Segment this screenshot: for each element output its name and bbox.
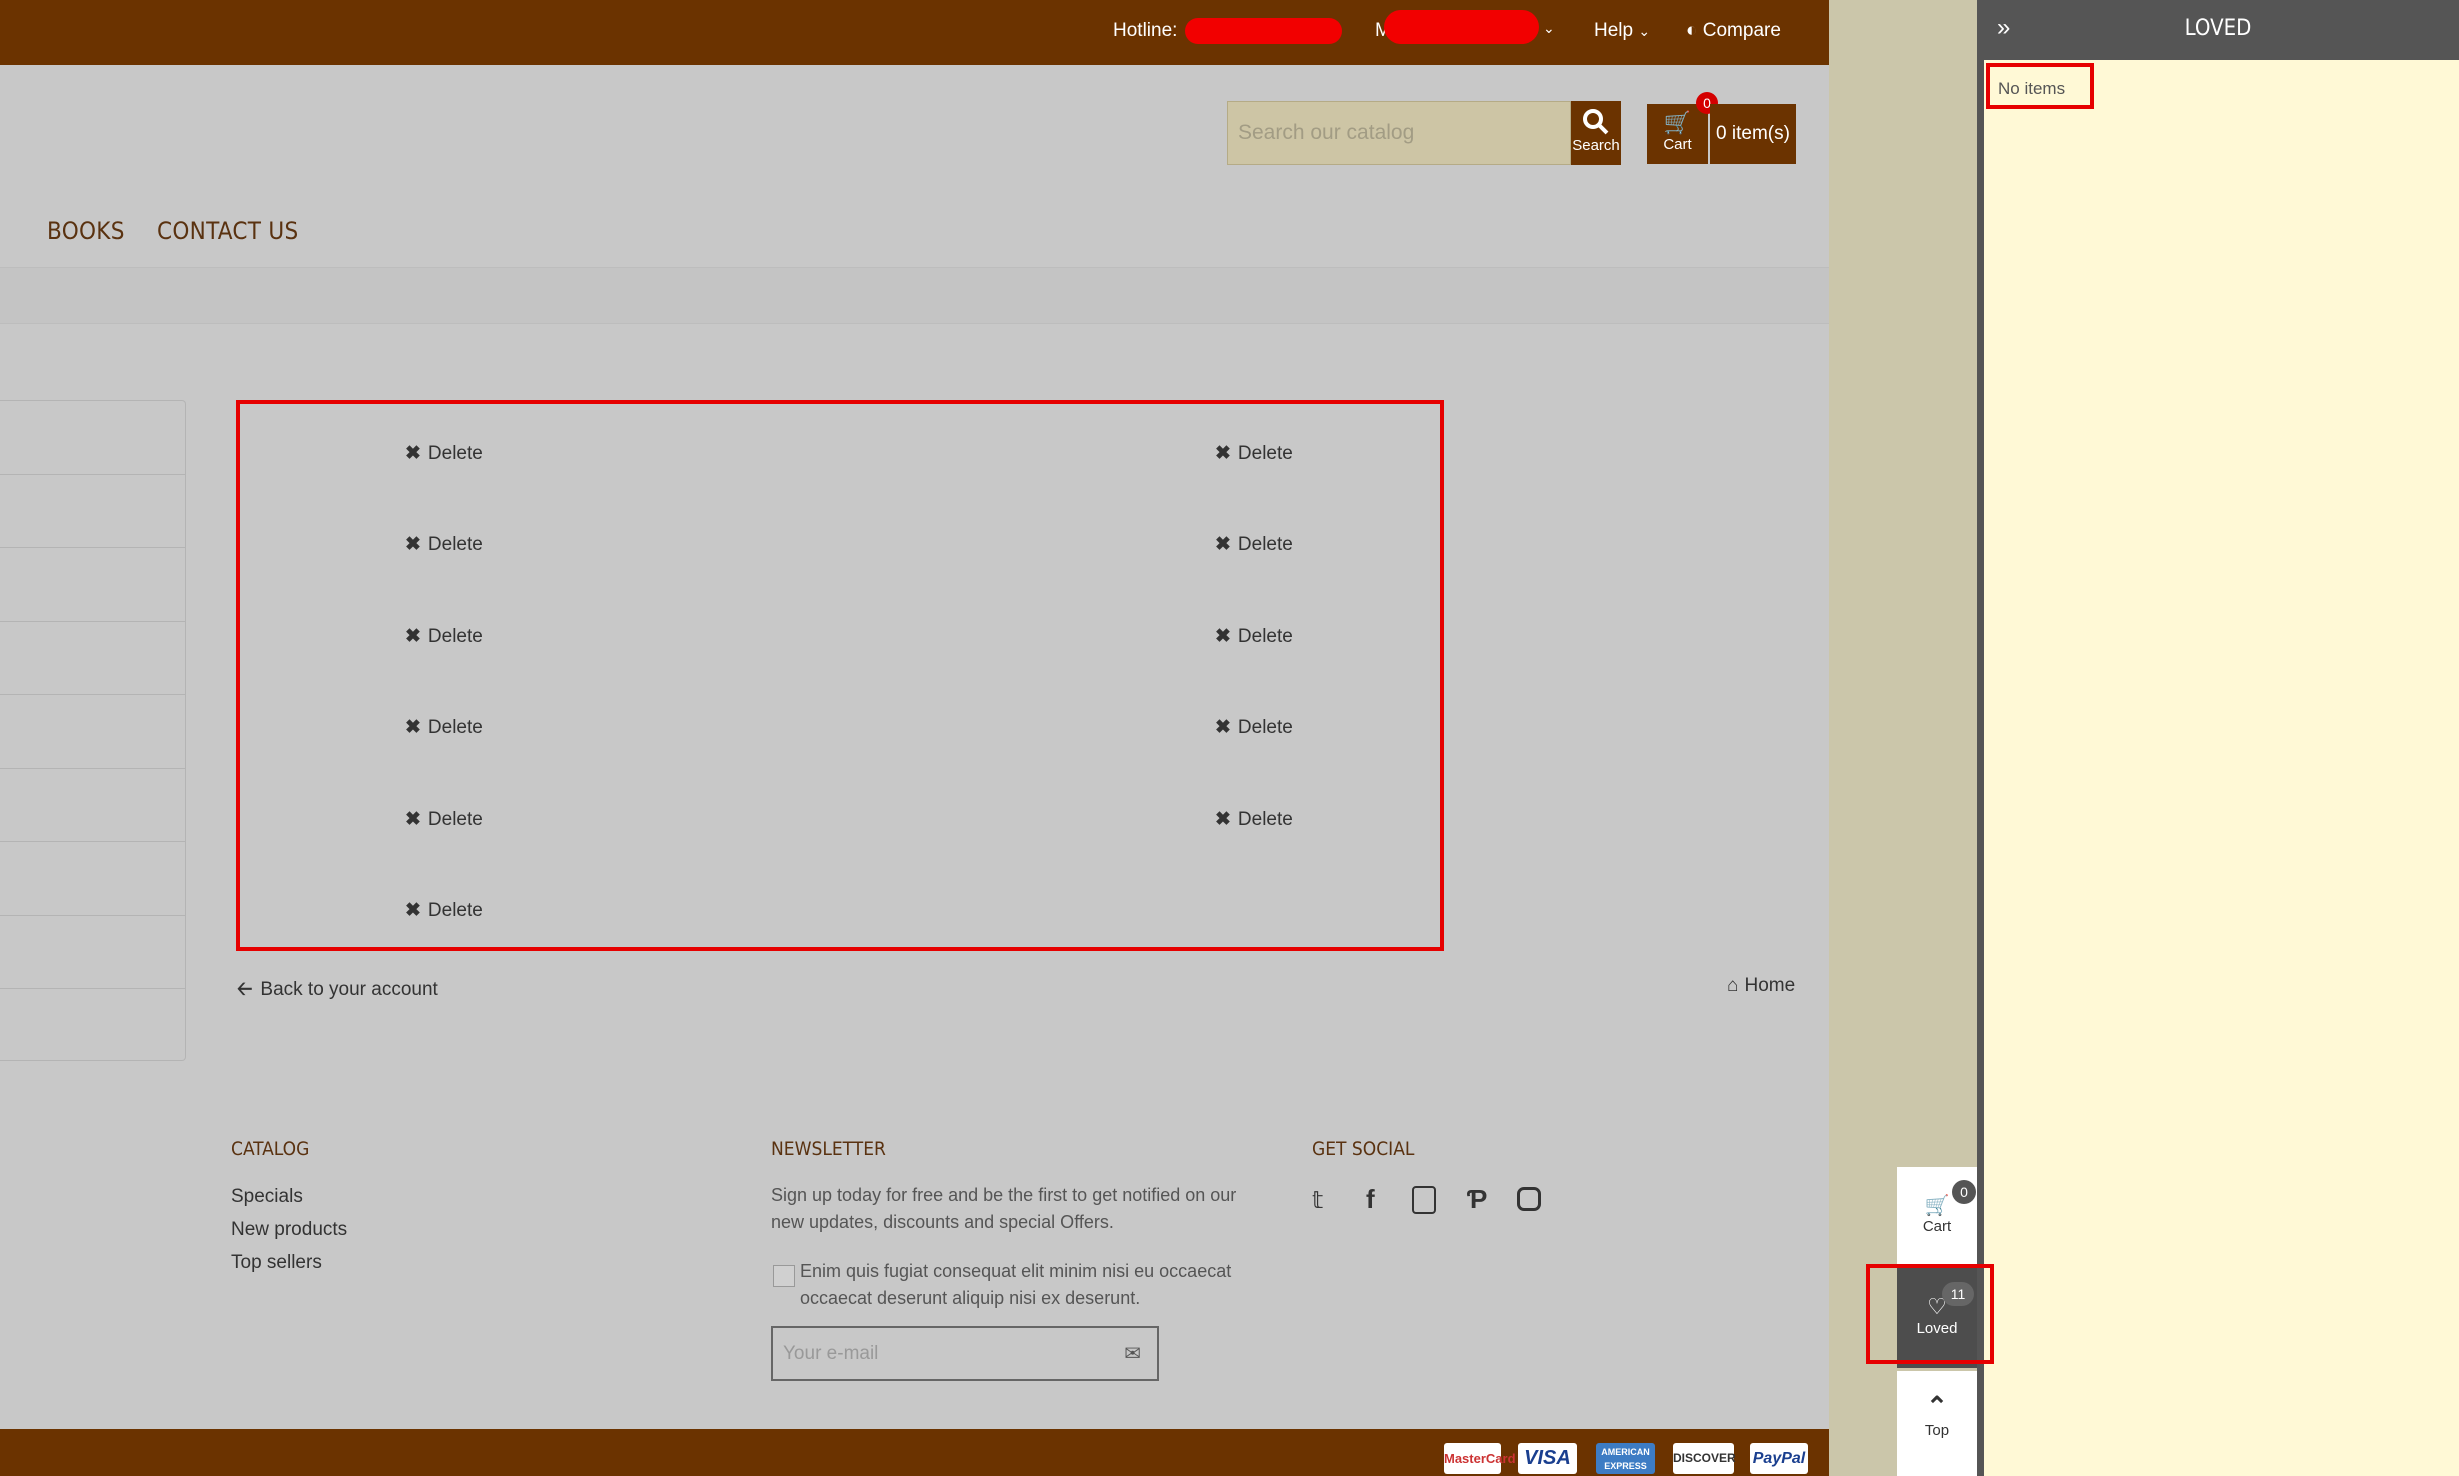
account-menu xyxy=(0,400,186,1061)
redacted-account xyxy=(1384,10,1539,44)
delete-button[interactable]: ✖ Delete xyxy=(1215,625,1293,648)
close-icon: ✖ xyxy=(405,534,421,555)
cart-items-count[interactable]: 0 item(s) xyxy=(1710,104,1796,164)
account-menu-item[interactable] xyxy=(0,915,186,989)
search-box xyxy=(1227,101,1571,165)
cart-icon: 🛒 xyxy=(1663,110,1692,135)
contrast-icon: ◐ xyxy=(1686,20,1698,41)
delete-button[interactable]: ✖ Delete xyxy=(405,625,483,648)
footer-link-new-products[interactable]: New products xyxy=(231,1219,347,1241)
loved-panel-header: » LOVED xyxy=(1977,0,2459,60)
youtube-icon[interactable] xyxy=(1412,1186,1436,1214)
breadcrumb-bar xyxy=(0,267,1829,324)
visa-logo: VISA xyxy=(1518,1443,1577,1474)
redacted-phone xyxy=(1185,18,1342,44)
envelope-icon[interactable]: ✉ xyxy=(1124,1341,1141,1366)
delete-button[interactable]: ✖ Delete xyxy=(1215,442,1293,465)
close-icon: ✖ xyxy=(405,443,421,464)
cart-button-label: Cart xyxy=(1663,136,1692,153)
arrow-left-icon: 🡠 xyxy=(237,979,253,1000)
close-icon: ✖ xyxy=(405,809,421,830)
chevron-down-icon[interactable]: ⌄ xyxy=(1543,20,1555,37)
twitter-icon[interactable]: 𝕥 xyxy=(1312,1186,1323,1215)
side-cart-count: 0 xyxy=(1952,1180,1976,1204)
search-button[interactable]: Search xyxy=(1571,101,1621,165)
delete-button[interactable]: ✖ Delete xyxy=(405,716,483,739)
close-icon: ✖ xyxy=(1215,717,1231,738)
account-menu-item[interactable] xyxy=(0,547,186,622)
chevron-up-icon: ⌃ xyxy=(1926,1391,1948,1421)
footer-link-top-sellers[interactable]: Top sellers xyxy=(231,1252,322,1274)
account-menu-item[interactable] xyxy=(0,768,186,842)
loved-panel-title: LOVED xyxy=(2184,16,2252,41)
pinterest-icon[interactable]: Ƥ xyxy=(1467,1184,1487,1215)
delete-button[interactable]: ✖ Delete xyxy=(405,808,483,831)
back-to-account-link[interactable]: 🡠 Back to your account xyxy=(237,975,438,1007)
account-menu-item[interactable] xyxy=(0,474,186,548)
delete-button[interactable]: ✖ Delete xyxy=(1215,808,1293,831)
consent-checkbox[interactable] xyxy=(773,1265,795,1287)
scroll-top-label: Top xyxy=(1924,1422,1950,1439)
close-icon: ✖ xyxy=(1215,809,1231,830)
cart-button[interactable]: 🛒 Cart xyxy=(1647,104,1708,164)
home-icon: ⌂ xyxy=(1727,975,1739,996)
close-icon: ✖ xyxy=(405,900,421,921)
discover-logo: DISCOVER xyxy=(1673,1443,1736,1474)
account-menu-item[interactable] xyxy=(0,401,186,475)
wishlist-grid-highlight xyxy=(236,400,1444,951)
no-items-text: No items xyxy=(1986,63,2094,109)
scroll-top-button[interactable]: ⌃ Top xyxy=(1897,1371,1977,1476)
email-input[interactable] xyxy=(773,1328,1103,1379)
nav-books[interactable]: BOOKS xyxy=(47,217,125,245)
side-cart-label: Cart xyxy=(1922,1218,1952,1235)
facebook-icon[interactable]: f xyxy=(1366,1184,1375,1215)
delete-button[interactable]: ✖ Delete xyxy=(1215,533,1293,556)
account-menu-item[interactable] xyxy=(0,694,186,769)
search-button-label: Search xyxy=(1572,137,1620,154)
consent-text: Enim quis fugiat consequat elit minim ni… xyxy=(800,1261,1232,1308)
close-icon: ✖ xyxy=(1215,626,1231,647)
nav-contact-us[interactable]: CONTACT US xyxy=(157,217,299,245)
newsletter-text: Sign up today for free and be the first … xyxy=(771,1185,1237,1232)
paypal-logo: PayPal xyxy=(1750,1443,1808,1474)
social-title: GET SOCIAL xyxy=(1312,1138,1415,1160)
close-icon: ✖ xyxy=(405,717,421,738)
search-icon xyxy=(1583,109,1609,135)
chevron-down-icon: ⌄ xyxy=(1638,23,1651,39)
delete-button[interactable]: ✖ Delete xyxy=(405,442,483,465)
delete-button[interactable]: ✖ Delete xyxy=(405,899,483,922)
home-link[interactable]: ⌂ Home xyxy=(1727,975,1795,997)
account-menu-item[interactable] xyxy=(0,988,186,1061)
footer-link-specials[interactable]: Specials xyxy=(231,1186,303,1208)
email-box: ✉ xyxy=(771,1326,1159,1381)
mastercard-logo: MasterCard xyxy=(1444,1443,1516,1474)
close-icon: ✖ xyxy=(1215,443,1231,464)
search-input[interactable] xyxy=(1228,102,1570,164)
delete-button[interactable]: ✖ Delete xyxy=(405,533,483,556)
newsletter-title: NEWSLETTER xyxy=(771,1138,886,1160)
help-menu[interactable]: Help ⌄ xyxy=(1594,20,1650,42)
close-icon: ✖ xyxy=(1215,534,1231,555)
amex-logo: AMERICAN EXPRESS xyxy=(1596,1443,1655,1474)
catalog-title: CATALOG xyxy=(231,1138,310,1160)
account-menu-item[interactable] xyxy=(0,841,186,916)
hotline-label: Hotline: xyxy=(1113,20,1178,41)
instagram-icon[interactable] xyxy=(1517,1187,1541,1211)
delete-button[interactable]: ✖ Delete xyxy=(1215,716,1293,739)
close-icon: ✖ xyxy=(405,626,421,647)
loved-panel xyxy=(1977,0,2459,1476)
compare-link[interactable]: ◐ Compare xyxy=(1686,20,1781,42)
loved-highlight xyxy=(1866,1264,1994,1364)
account-menu-item[interactable] xyxy=(0,621,186,695)
